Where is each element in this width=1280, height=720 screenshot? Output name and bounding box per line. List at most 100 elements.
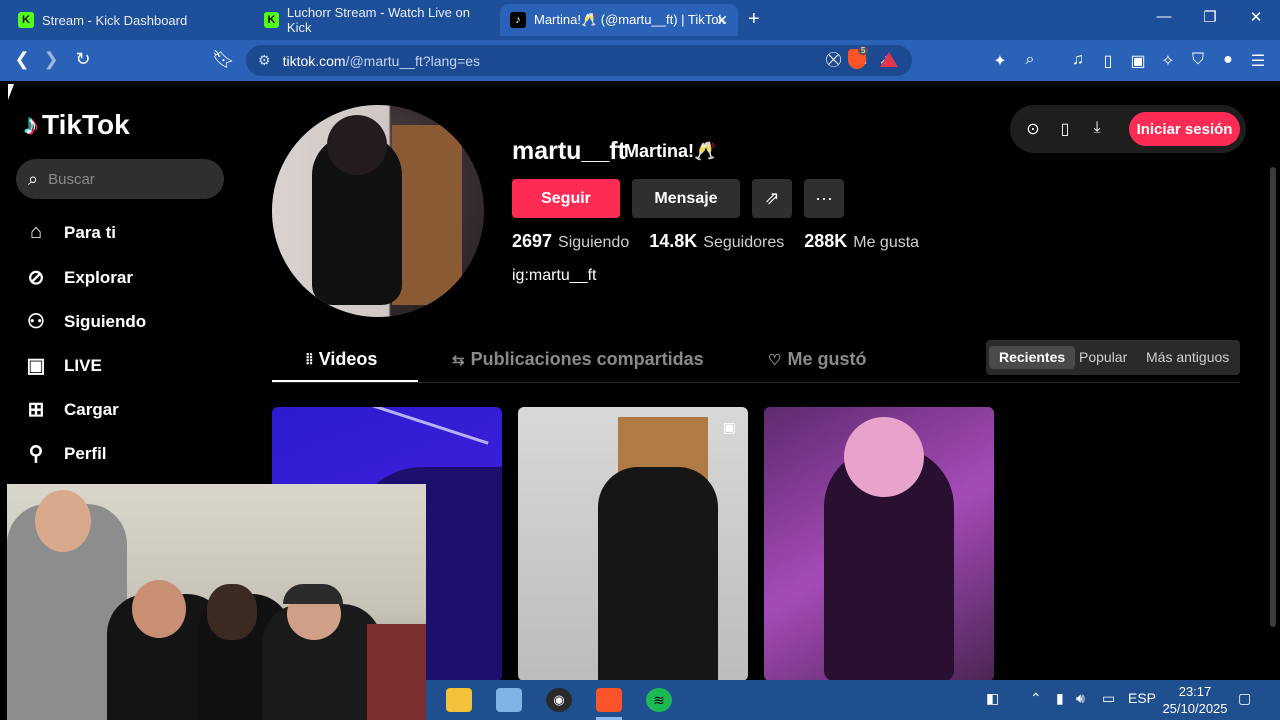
- more-options-button[interactable]: ···: [804, 179, 844, 218]
- sidebar-icon[interactable]: ▯: [1098, 51, 1118, 71]
- nav-label: Perfil: [64, 443, 107, 463]
- notes-app-icon[interactable]: [496, 688, 522, 712]
- nav-cargar[interactable]: ⊞ Cargar: [24, 397, 119, 422]
- phone-icon[interactable]: ▯: [1055, 119, 1075, 139]
- volume-icon[interactable]: 🔊︎: [1076, 690, 1085, 707]
- person-head: [207, 584, 257, 640]
- reload-icon[interactable]: ↻: [72, 49, 94, 70]
- new-tab-button[interactable]: +: [748, 8, 760, 31]
- tiktok-logo[interactable]: ♪ TikTok: [24, 109, 130, 141]
- stat-followers[interactable]: 14.8K Seguidores: [649, 231, 784, 252]
- avatar-door: [392, 125, 462, 305]
- sort-recent[interactable]: Recientes: [989, 346, 1076, 369]
- input-language[interactable]: ESP: [1128, 690, 1156, 706]
- microphone-icon[interactable]: ▮: [1056, 690, 1064, 707]
- tab-title: Stream - Kick Dashboard: [42, 12, 188, 28]
- tab-label: Me gustó: [787, 349, 867, 369]
- nav-perfil[interactable]: ⚲ Perfil: [24, 441, 107, 466]
- media-icon[interactable]: ♫: [1068, 51, 1088, 69]
- vpn-icon[interactable]: ⛉: [1188, 51, 1208, 69]
- close-tab-icon[interactable]: ✕: [716, 12, 728, 29]
- search-input[interactable]: [48, 170, 199, 188]
- file-explorer-icon[interactable]: [446, 688, 472, 712]
- heart-lock-icon: ♡: [768, 351, 782, 369]
- message-button[interactable]: Mensaje: [632, 179, 740, 218]
- sort-oldest[interactable]: Más antiguos: [1136, 346, 1239, 369]
- nav-label: Explorar: [64, 267, 133, 287]
- share-profile-button[interactable]: ⇗: [752, 179, 792, 218]
- menu-icon[interactable]: ☰: [1248, 51, 1268, 71]
- extensions-icon[interactable]: ✦: [990, 51, 1010, 71]
- browser-tab-kick-dashboard[interactable]: K Stream - Kick Dashboard: [8, 4, 248, 36]
- windows-taskbar: ◉ ≋ ◧ ⌃ ▮ 🔊︎ ▭ ESP 23:17 25/10/2025 ▢: [426, 680, 1280, 720]
- brave-rewards-icon[interactable]: [880, 52, 898, 67]
- url-text[interactable]: tiktok.com/@martu__ft?lang=es: [283, 53, 480, 69]
- webcam-overlay: [7, 484, 426, 720]
- profile-avatar[interactable]: [272, 105, 484, 317]
- profile-stats: 2697 Siguiendo 14.8K Seguidores 288K Me gus…: [512, 231, 919, 252]
- chair: [367, 624, 426, 720]
- tab-title: Luchorr Stream - Watch Live on Kick: [286, 5, 470, 35]
- live-icon: ▣: [26, 355, 46, 377]
- active-tab-indicator: [272, 380, 418, 382]
- system-clock[interactable]: 23:17 25/10/2025: [1160, 683, 1230, 717]
- obs-icon[interactable]: ◉: [546, 688, 572, 712]
- browser-tab-tiktok[interactable]: ♪ Martina!🥂 (@martu__ft) | TikTok ✕: [500, 4, 738, 36]
- minimize-icon[interactable]: —: [1154, 8, 1174, 25]
- wallet-icon[interactable]: ▣: [1128, 51, 1148, 71]
- grid-icon: ⦙⦙: [306, 351, 313, 368]
- compass-icon: ⊘: [27, 267, 45, 289]
- browser-tab-luchorr-stream[interactable]: K Luchorr Stream - Watch Live on Kick: [254, 4, 494, 36]
- address-bar[interactable]: ⚙ tiktok.com/@martu__ft?lang=es ⛒ ▭ ⇗: [246, 45, 912, 76]
- translate-icon[interactable]: ⛒: [826, 51, 841, 69]
- video-thumbnail[interactable]: ▣: [518, 407, 748, 681]
- clock-time: 23:17: [1178, 684, 1212, 699]
- search-tab-icon[interactable]: ⌕: [1020, 51, 1040, 69]
- notifications-icon[interactable]: ▢: [1238, 690, 1251, 707]
- brave-browser-icon[interactable]: [596, 688, 622, 712]
- tab-liked[interactable]: ♡ Me gustó: [768, 349, 866, 370]
- back-icon[interactable]: ❮: [11, 49, 33, 70]
- tiktok-icon: ♪: [510, 12, 526, 28]
- clock-date: 25/10/2025: [1162, 701, 1228, 716]
- leo-ai-icon[interactable]: ✧: [1158, 51, 1178, 71]
- page-scrollbar[interactable]: [1270, 167, 1276, 627]
- close-window-icon[interactable]: ✕: [1246, 8, 1266, 26]
- follow-button[interactable]: Seguir: [512, 179, 620, 218]
- forward-icon[interactable]: ❯: [40, 49, 62, 70]
- tiktok-note-icon: ♪: [24, 109, 38, 140]
- person-head: [35, 490, 91, 552]
- search-icon: ⌕: [28, 168, 39, 189]
- video-thumbnail[interactable]: [764, 407, 994, 681]
- share-icon: ⇗: [764, 188, 780, 208]
- site-info-icon[interactable]: ⚙: [258, 52, 271, 69]
- sort-popular[interactable]: Popular: [1069, 346, 1137, 369]
- spotify-icon[interactable]: ≋: [646, 688, 672, 712]
- network-icon[interactable]: ▭: [1102, 690, 1115, 707]
- stat-following[interactable]: 2697 Siguiendo: [512, 231, 629, 252]
- person-head: [132, 580, 186, 638]
- neon-light: [335, 407, 489, 445]
- tray-chevron-icon[interactable]: ⌃: [1030, 690, 1042, 707]
- profile-display-name: Martina!🥂: [624, 141, 717, 161]
- thumbnail-figure: [598, 467, 718, 681]
- nav-siguiendo[interactable]: ⚇ Siguiendo: [24, 309, 146, 334]
- logo-text: TikTok: [42, 109, 130, 140]
- sort-control: Recientes Popular Más antiguos: [986, 340, 1240, 375]
- restore-icon[interactable]: ❐: [1200, 8, 1220, 26]
- nav-label: Cargar: [64, 399, 119, 419]
- nav-para-ti[interactable]: ⌂ Para ti: [24, 221, 116, 244]
- login-button[interactable]: Iniciar sesión: [1129, 112, 1240, 146]
- bookmark-icon[interactable]: 🔖︎: [212, 49, 235, 70]
- coin-icon[interactable]: ⊙: [1023, 119, 1043, 139]
- profile-avatar-icon[interactable]: ●: [1218, 51, 1238, 69]
- nba-icon[interactable]: ◧: [986, 690, 999, 707]
- nav-explorar[interactable]: ⊘ Explorar: [24, 265, 133, 290]
- nav-label: Para ti: [64, 222, 116, 242]
- search-box[interactable]: ⌕: [16, 159, 224, 199]
- tab-reposts[interactable]: ⇆ Publicaciones compartidas: [452, 349, 704, 370]
- nav-live[interactable]: ▣ LIVE: [24, 353, 102, 378]
- tab-videos[interactable]: ⦙⦙ Videos: [306, 349, 377, 370]
- download-icon[interactable]: ⤓: [1087, 119, 1107, 137]
- more-icon: ···: [815, 188, 833, 208]
